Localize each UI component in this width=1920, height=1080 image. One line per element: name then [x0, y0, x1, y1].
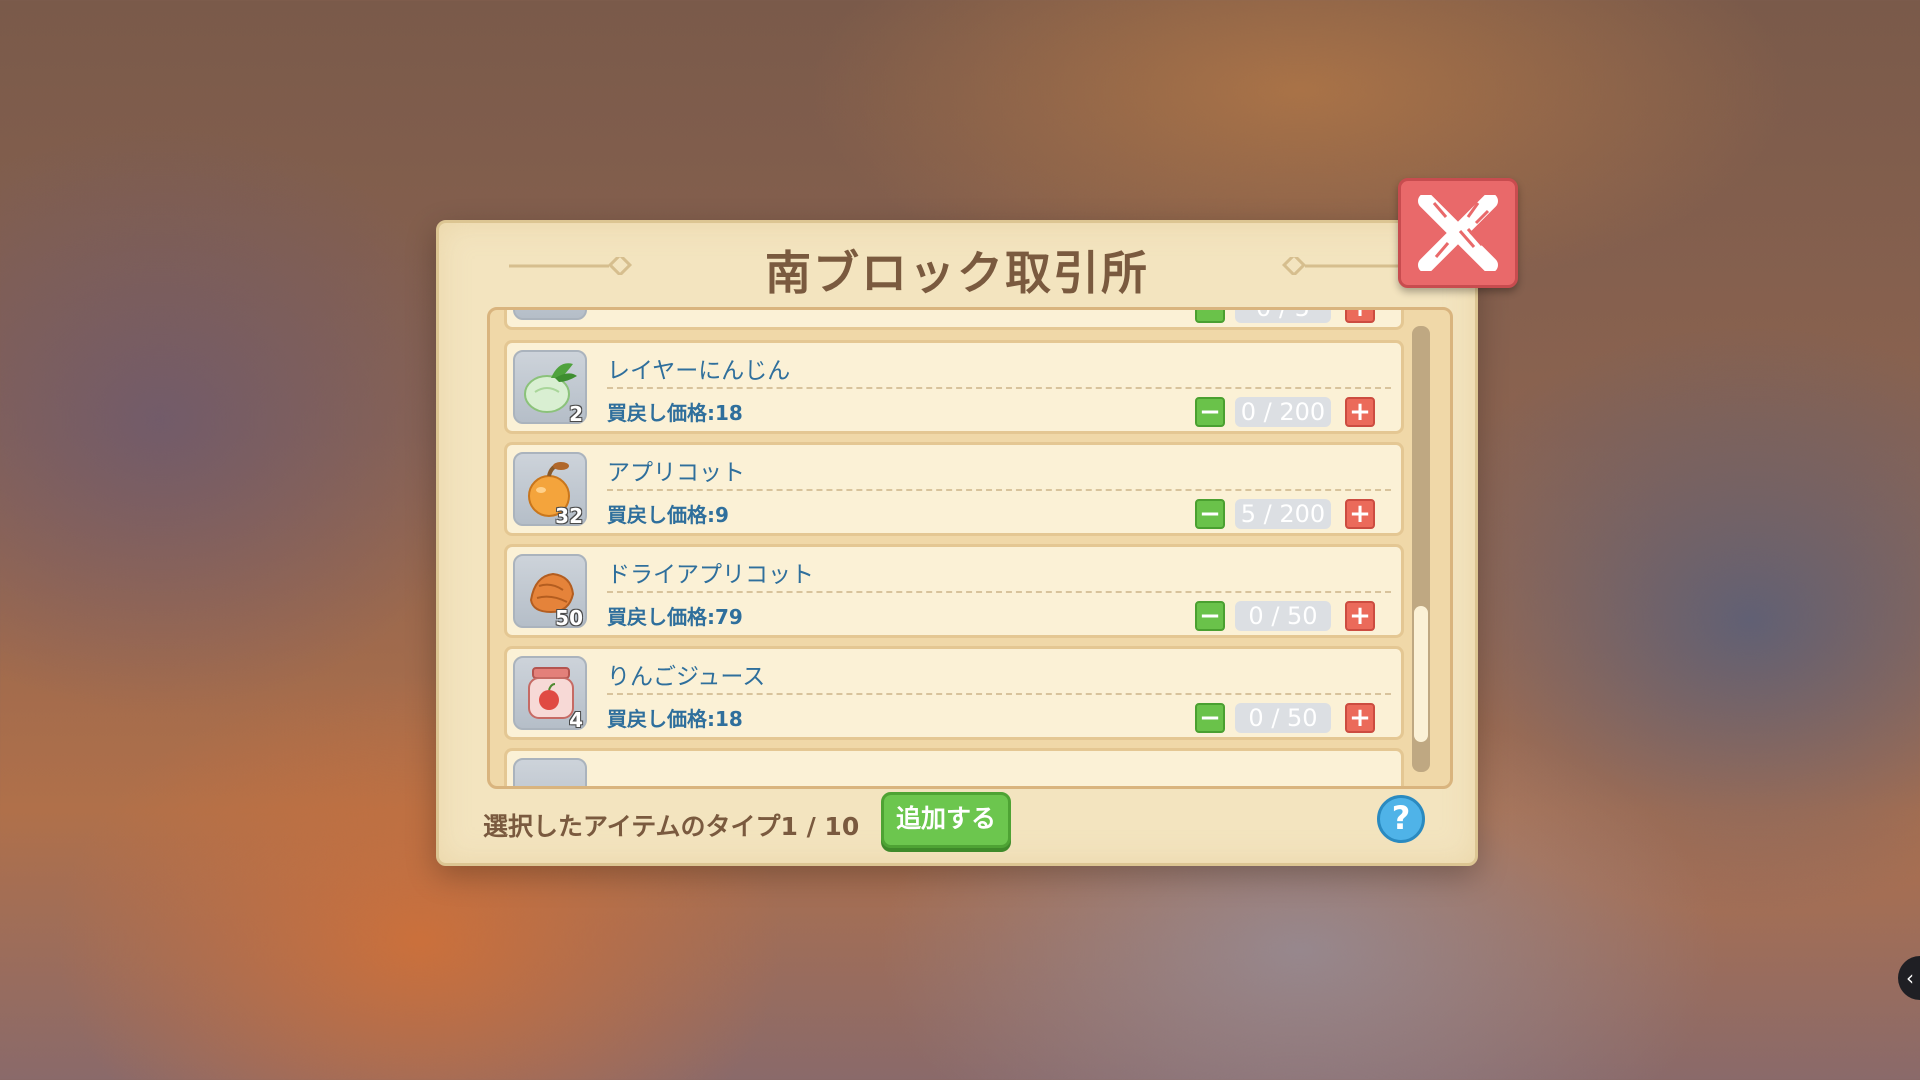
item-count: 50 — [555, 606, 583, 630]
item-count: 2 — [569, 402, 583, 426]
minus-button[interactable]: − — [1195, 397, 1225, 427]
list-item[interactable]: 2 レイヤーにんじん 買戻し価格:18 − 0 / 200 + — [504, 340, 1404, 434]
minus-button[interactable]: − — [1195, 499, 1225, 529]
minus-button[interactable]: − — [1195, 601, 1225, 631]
quantity-stepper[interactable]: − 0 / 200 + — [1195, 397, 1375, 429]
item-name: りんごジュース — [607, 664, 766, 690]
item-count: 32 — [555, 504, 583, 528]
list-scrollbar[interactable] — [1412, 326, 1430, 772]
partial-item-icon — [513, 758, 587, 786]
item-name: レイヤーにんじん — [607, 358, 791, 384]
plus-button[interactable]: + — [1345, 601, 1375, 631]
divider — [607, 387, 1391, 389]
item-price: 買戻し価格:9 — [607, 503, 729, 527]
minus-button[interactable]: − — [1195, 310, 1225, 323]
quantity-stepper[interactable]: − 0 / 50 + — [1195, 601, 1375, 633]
list-item[interactable] — [504, 748, 1404, 786]
item-count: 4 — [569, 708, 583, 732]
quantity-value: 0 / 200 — [1235, 397, 1331, 427]
minus-button[interactable]: − — [1195, 703, 1225, 733]
partial-item-icon — [513, 310, 587, 320]
quantity-value: 0 / 5 — [1235, 310, 1331, 323]
title-ornament-right — [1281, 257, 1405, 275]
close-button[interactable] — [1398, 178, 1518, 288]
list-item[interactable]: − 0 / 5 + — [504, 310, 1404, 330]
list-item[interactable]: 50 ドライアプリコット 買戻し価格:79 − 0 / 50 + — [504, 544, 1404, 638]
item-price: 買戻し価格:18 — [607, 707, 743, 731]
quantity-value: 5 / 200 — [1235, 499, 1331, 529]
divider — [607, 591, 1391, 593]
plus-button[interactable]: + — [1345, 499, 1375, 529]
selected-types-counter: 選択したアイテムのタイプ1 / 10 — [483, 812, 860, 841]
add-button[interactable]: 追加する — [881, 792, 1011, 848]
exchange-dialog: 南ブロック取引所 − 0 / 5 + — [436, 220, 1478, 866]
help-button[interactable]: ? — [1377, 795, 1425, 843]
plus-button[interactable]: + — [1345, 310, 1375, 323]
quantity-stepper[interactable]: − 0 / 5 + — [1195, 310, 1375, 325]
plus-button[interactable]: + — [1345, 703, 1375, 733]
item-price: 買戻し価格:18 — [607, 401, 743, 425]
item-icon-slot: 50 — [513, 554, 587, 630]
divider — [607, 489, 1391, 491]
list-item[interactable]: 32 アプリコット 買戻し価格:9 − 5 / 200 + — [504, 442, 1404, 536]
quantity-stepper[interactable]: − 5 / 200 + — [1195, 499, 1375, 531]
close-icon — [1418, 195, 1498, 271]
item-name: ドライアプリコット — [607, 562, 814, 588]
item-icon-slot: 2 — [513, 350, 587, 426]
item-icon-slot: 4 — [513, 656, 587, 732]
divider — [607, 693, 1391, 695]
item-price: 買戻し価格:79 — [607, 605, 743, 629]
quantity-stepper[interactable]: − 0 / 50 + — [1195, 703, 1375, 735]
item-list[interactable]: − 0 / 5 + 2 レイヤーにんじん 買 — [487, 307, 1453, 789]
list-item[interactable]: 4 りんごジュース 買戻し価格:18 − 0 / 50 + — [504, 646, 1404, 740]
quantity-value: 0 / 50 — [1235, 703, 1331, 733]
scrollbar-thumb[interactable] — [1414, 606, 1428, 742]
quantity-value: 0 / 50 — [1235, 601, 1331, 631]
item-icon-slot: 32 — [513, 452, 587, 528]
item-name: アプリコット — [607, 460, 745, 486]
plus-button[interactable]: + — [1345, 397, 1375, 427]
side-panel-toggle[interactable]: ‹ — [1898, 956, 1920, 1000]
